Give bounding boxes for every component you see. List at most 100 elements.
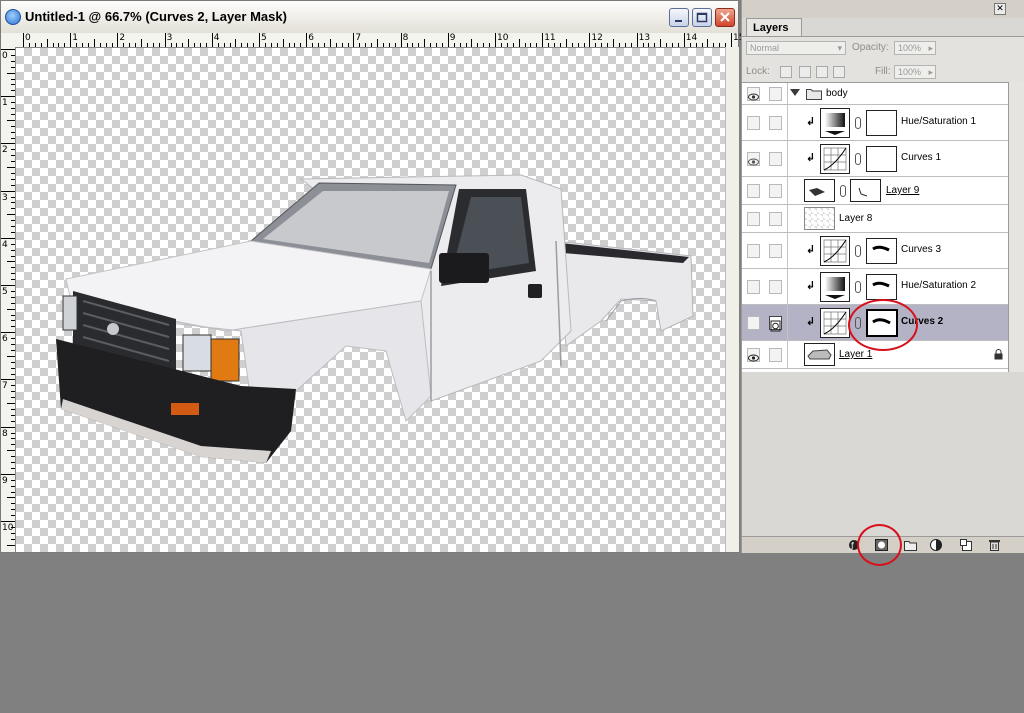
ruler-minor-tick [7,72,15,74]
chain-link-icon[interactable] [855,117,861,129]
visibility-toggle[interactable] [747,115,760,130]
ruler-minor-tick [46,39,48,47]
visibility-toggle[interactable] [747,279,760,294]
ruler-major-tick [23,33,24,47]
ruler-minor-tick [135,43,137,47]
ruler-major-tick [1,96,15,98]
new-adjustment-layer-icon[interactable] [930,539,943,551]
layer-mask-active-indicator[interactable] [769,315,782,331]
visibility-toggle[interactable] [747,315,760,330]
ruler-minor-tick [11,296,15,298]
group-name: body [826,88,848,99]
layer-mask-thumbnail[interactable] [866,274,897,300]
ruler-minor-tick [11,290,15,292]
visibility-toggle[interactable] [747,347,760,362]
padlock-icon [994,349,1003,360]
link-toggle[interactable] [769,115,782,130]
canvas-vertical-scrollbar[interactable] [725,47,739,552]
trash-icon[interactable] [988,539,1001,551]
ruler-minor-tick [11,444,15,446]
eye-icon [748,158,759,165]
visibility-toggle[interactable] [747,211,760,226]
ruler-minor-tick [11,397,15,399]
layer-mask-thumbnail[interactable] [866,146,897,172]
document-canvas[interactable] [16,48,738,552]
ruler-minor-tick [11,249,15,251]
clipping-arrow-icon: ↲ [806,151,816,164]
chain-link-icon[interactable] [840,185,846,197]
ruler-minor-tick [453,43,455,47]
blend-mode-select[interactable]: Normal ▾ [746,41,846,55]
ruler-minor-tick [654,43,656,47]
ruler-label: 12 [591,33,603,43]
layer-mask-thumbnail[interactable] [850,179,881,202]
ruler-minor-tick [40,43,42,47]
layer-row[interactable]: Layer 9 [742,177,1008,205]
visibility-toggle[interactable] [747,86,760,101]
fill-field[interactable]: 100% ▸ [894,65,936,79]
ruler-minor-tick [11,338,15,340]
layer-mask-thumbnail[interactable] [866,110,897,136]
ruler-minor-tick [595,43,597,47]
ruler-minor-tick [11,273,15,275]
new-group-folder-icon[interactable] [904,539,917,551]
chain-link-icon[interactable] [855,153,861,165]
ruler-major-tick [636,33,638,47]
layer-row[interactable]: ↲ Curves 1 [742,141,1008,177]
minimize-button[interactable] [669,8,689,27]
ruler-minor-tick [11,202,15,204]
visibility-toggle[interactable] [747,183,760,198]
layer-name: Curves 1 [901,152,942,163]
document-titlebar[interactable]: Untitled-1 @ 66.7% (Curves 2, Layer Mask… [1,1,738,34]
ruler-minor-tick [677,43,679,47]
ruler-minor-tick [323,43,325,47]
chain-link-icon[interactable] [855,245,861,257]
ruler-minor-tick [382,43,384,47]
lock-position-move-icon[interactable] [816,66,828,78]
layer-row[interactable]: ↲ Hue/Saturation 1 [742,105,1008,141]
link-toggle[interactable] [769,211,782,226]
link-toggle[interactable] [769,86,782,101]
fill-label: Fill: [875,66,891,77]
ruler-major-tick [1,190,15,192]
layer-row[interactable]: ↲ Curves 3 [742,233,1008,269]
opacity-field[interactable]: 100% ▸ [894,41,936,55]
ruler-minor-tick [660,39,662,47]
ruler-minor-tick [11,479,15,481]
truck-image [56,174,694,463]
layer-mask-thumbnail[interactable] [866,238,897,264]
lock-image-brush-icon[interactable] [799,66,811,78]
ruler-minor-tick [11,344,15,345]
chain-link-icon[interactable] [855,281,861,293]
lock-transparency-checkbox[interactable] [780,66,792,78]
visibility-toggle[interactable] [747,243,760,258]
ruler-minor-tick [11,267,15,269]
maximize-button[interactable] [692,8,712,27]
ruler-minor-tick [34,43,36,47]
layer-group-body[interactable]: body [742,83,1008,105]
layer-row[interactable]: Layer 8 [742,205,1008,233]
ruler-minor-tick [11,178,15,180]
ruler-minor-tick [111,43,113,47]
link-toggle[interactable] [769,279,782,294]
visibility-toggle[interactable] [747,151,760,166]
lock-all-padlock-icon[interactable] [833,66,845,78]
ruler-minor-tick [530,43,532,47]
close-button[interactable] [715,8,735,27]
triangle-expanded-icon[interactable] [790,89,800,97]
palette-close-button[interactable]: ✕ [994,3,1006,15]
palette-titlebar[interactable]: ✕ [742,0,1024,18]
horizontal-ruler[interactable]: 0 1 2 3 4 5 6 7 8 9 10 11 12 13 14 15 [1,33,744,48]
layers-palette: ✕ Layers Normal ▾ Opacity: 100% ▸ Lock: … [741,0,1024,553]
tab-layers[interactable]: Layers [746,18,802,36]
layer-list-scrollbar[interactable] [1008,82,1024,372]
link-toggle[interactable] [769,151,782,166]
photoshop-app-icon[interactable] [5,9,21,25]
ruler-minor-tick [11,503,15,505]
link-toggle[interactable] [769,183,782,198]
link-toggle[interactable] [769,243,782,258]
new-layer-icon[interactable] [960,539,973,551]
vertical-ruler[interactable]: 0 1 2 3 4 5 6 7 8 9 10 [1,47,16,552]
link-toggle[interactable] [769,347,782,362]
ruler-minor-tick [719,43,721,47]
